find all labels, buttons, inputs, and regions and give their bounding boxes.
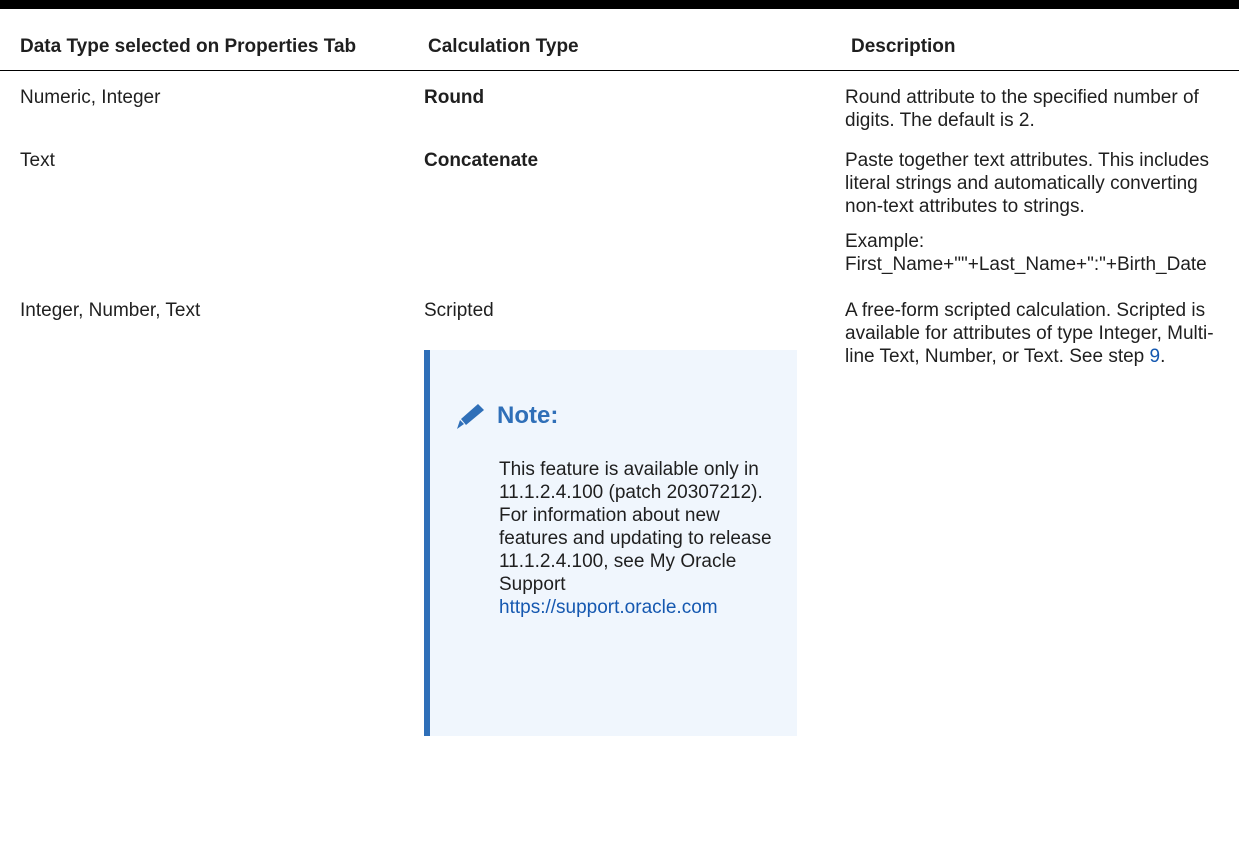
example-paragraph: Example: First_Name+""+Last_Name+":"+Bir…: [845, 231, 1207, 275]
cell-data-type: Integer, Number, Text: [20, 300, 201, 321]
pencil-icon: [453, 401, 491, 431]
cell-calc-type: Round: [424, 87, 485, 108]
calculation-types-table: Data Type selected on Properties Tab Cal…: [0, 21, 1239, 736]
note-box: Note: This feature is available only in …: [424, 350, 797, 736]
description-end: .: [1160, 346, 1166, 367]
header-data-type: Data Type selected on Properties Tab: [0, 21, 408, 71]
cell-description: Round attribute to the specified number …: [831, 71, 1239, 133]
description-paragraph: Paste together text attributes. This inc…: [845, 150, 1210, 217]
table-header-row: Data Type selected on Properties Tab Cal…: [0, 21, 1239, 71]
cell-calc-type: Scripted Note: This feature is available…: [408, 276, 831, 736]
cell-data-type: Numeric, Integer: [20, 87, 161, 108]
description-paragraph: A free-form scripted calculation. Script…: [845, 299, 1223, 368]
header-calculation-type: Calculation Type: [408, 21, 831, 71]
step-link[interactable]: 9: [1150, 346, 1161, 367]
description-paragraph: Round attribute to the specified number …: [845, 87, 1199, 131]
header-description: Description: [831, 21, 1239, 71]
note-text: This feature is available only in 11.1.2…: [499, 459, 772, 595]
top-rule: [0, 0, 1239, 9]
calc-type-label: Scripted: [424, 300, 494, 321]
note-title: Note:: [497, 402, 559, 429]
cell-calc-type: Concatenate: [424, 150, 539, 171]
note-body: This feature is available only in 11.1.2…: [499, 458, 777, 619]
support-link[interactable]: https://support.oracle.com: [499, 597, 718, 618]
cell-description: A free-form scripted calculation. Script…: [831, 276, 1239, 736]
table-row: Numeric, Integer Round Round attribute t…: [0, 71, 1239, 133]
table-row: Text Concatenate Paste together text att…: [0, 132, 1239, 276]
table-row: Integer, Number, Text Scripted Note: Thi…: [0, 276, 1239, 736]
cell-description: Paste together text attributes. This inc…: [831, 132, 1239, 276]
note-header: Note:: [453, 401, 777, 431]
cell-data-type: Text: [20, 150, 55, 171]
